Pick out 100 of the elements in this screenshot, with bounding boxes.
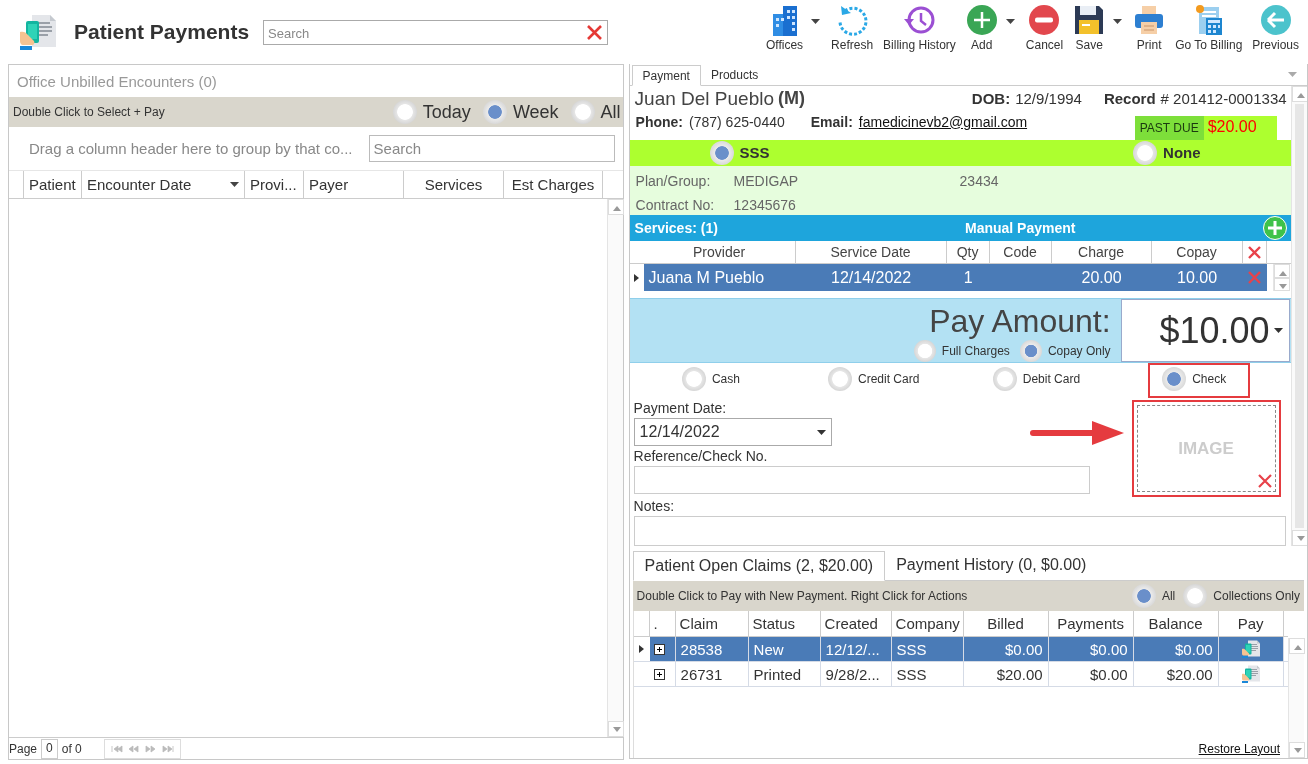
delete-icon[interactable] (1246, 244, 1262, 260)
radio-button[interactable] (570, 100, 595, 124)
column-header[interactable]: Company (891, 611, 964, 636)
field-label: Payment Date: (633, 400, 728, 418)
phone-value: (787) 625-0440 (689, 113, 785, 130)
table-cell: $0.00 (1090, 665, 1128, 683)
column-header[interactable]: Services (404, 171, 504, 198)
caret-icon[interactable] (1005, 18, 1015, 24)
radio-label: Week (512, 101, 559, 123)
scrollbar[interactable] (1272, 264, 1289, 292)
pay-amount-field[interactable]: $10.00 (1120, 299, 1290, 362)
radio-button[interactable] (681, 367, 706, 391)
toolbar-button[interactable]: Print (1128, 4, 1171, 52)
tab[interactable]: Payment (631, 65, 701, 86)
toolbar-button[interactable]: Billing History (878, 4, 961, 52)
add-icon[interactable] (1262, 216, 1287, 241)
scrollbar[interactable] (1290, 86, 1307, 546)
notes-field[interactable] (633, 516, 1286, 546)
column-header[interactable]: Encounter Date (82, 171, 245, 198)
radio-button[interactable] (709, 140, 734, 165)
table-cell: 28538 (680, 640, 723, 658)
column-header[interactable]: Pay (1218, 611, 1284, 636)
column-header[interactable]: Billed (963, 611, 1049, 636)
tab[interactable]: Patient Open Claims (2, $20.00) (632, 551, 886, 581)
radio-button[interactable] (828, 367, 852, 391)
patient-name: Juan Del Pueblo (634, 87, 774, 110)
column-header[interactable]: Patient (24, 171, 82, 198)
column-header[interactable]: Balance (1133, 611, 1219, 636)
column-header[interactable]: Claim (675, 611, 749, 636)
plan-value: MEDIGAP (733, 173, 800, 190)
page-arrow-icon[interactable] (127, 744, 140, 753)
column-header[interactable]: Service Date (795, 240, 947, 264)
toolbar-button[interactable]: Previous (1247, 4, 1304, 52)
table-row[interactable]: 28538 New 12/12/... SSS $0.00 $0.00 $0.00 (633, 637, 1288, 662)
page-arrow-icon[interactable] (110, 744, 123, 753)
table-cell: SSS (896, 665, 927, 683)
toolbar-button[interactable]: Go To Billing (1170, 4, 1248, 52)
tab[interactable]: Payment History (0, $0.00) (885, 550, 1098, 580)
tab[interactable]: Products (700, 64, 769, 85)
dob-label: DOB: (971, 90, 1011, 108)
payment-icon[interactable] (1240, 639, 1261, 659)
column-header[interactable]: Created (820, 611, 892, 636)
radio-button[interactable] (992, 367, 1017, 391)
radio-label: All (600, 101, 621, 123)
column-header[interactable]: Status (748, 611, 821, 636)
scrollbar[interactable] (606, 199, 623, 737)
column-header[interactable]: . (649, 611, 676, 636)
toolbar-button[interactable]: Refresh (826, 4, 879, 52)
column-header[interactable]: Payer (304, 171, 404, 198)
radio-button[interactable] (1131, 584, 1156, 608)
toolbar-button[interactable]: Offices (760, 4, 809, 52)
email-link[interactable]: famedicinevb2@gmail.com (858, 113, 1028, 130)
radio-button[interactable] (1133, 140, 1158, 165)
column-header[interactable]: Provider (643, 240, 796, 264)
column-header[interactable]: Code (989, 240, 1052, 264)
payment-icon[interactable] (1240, 664, 1261, 684)
radio-button[interactable] (1183, 584, 1208, 608)
toolbar-button[interactable]: Add (960, 4, 1003, 52)
radio-button[interactable] (1019, 340, 1042, 362)
radio-button[interactable] (1162, 367, 1187, 391)
close-icon[interactable] (586, 23, 604, 41)
column-header[interactable]: Provi... (245, 171, 304, 198)
column-header[interactable]: Copay (1151, 240, 1243, 264)
delete-icon[interactable] (1256, 473, 1273, 489)
radio-button[interactable] (913, 340, 936, 362)
date-field[interactable]: 12/14/2022 (633, 418, 832, 446)
input-field[interactable] (633, 466, 1090, 494)
search-field[interactable]: Search (368, 135, 615, 162)
contract-value: 12345676 (733, 197, 797, 214)
table-row[interactable]: 26731 Printed 9/28/2... SSS $20.00 $0.00 $20.00 (633, 662, 1288, 687)
table-cell: $20.00 (1166, 665, 1213, 683)
caret-icon[interactable] (811, 18, 821, 24)
pager-navigation[interactable] (103, 738, 181, 759)
caret-icon[interactable] (1273, 328, 1283, 333)
column-header[interactable]: Est Charges (504, 171, 603, 198)
page-arrow-icon[interactable] (161, 744, 174, 753)
restore-layout-link[interactable]: Restore Layout (1198, 742, 1280, 756)
table-row[interactable]: Juana M Pueblo 12/14/2022 1 20.00 10.00 (629, 264, 1267, 292)
page-number-field[interactable]: 0 (41, 738, 58, 759)
caret-icon[interactable] (1113, 18, 1123, 24)
column-header[interactable]: Charge (1051, 240, 1152, 264)
page-count: of 0 (61, 741, 82, 756)
caret-icon[interactable] (230, 182, 239, 187)
page-arrow-icon[interactable] (144, 744, 157, 753)
row-indicator-icon (634, 273, 640, 282)
search-field[interactable]: Search (263, 19, 609, 45)
expand-icon[interactable] (653, 643, 665, 655)
table-cell: $0.00 (1175, 640, 1213, 658)
column-header[interactable]: Payments (1048, 611, 1134, 636)
radio-button[interactable] (482, 100, 507, 124)
toolbar-button[interactable]: Cancel (1020, 4, 1069, 52)
toolbar-button[interactable]: Save (1068, 4, 1111, 52)
column-header[interactable]: Qty (946, 240, 990, 264)
scrollbar[interactable] (1288, 638, 1304, 758)
table-cell: 1 (963, 268, 973, 287)
caret-icon[interactable] (816, 429, 826, 435)
dob-value: 12/9/1994 (1015, 90, 1082, 108)
expand-icon[interactable] (653, 668, 665, 680)
radio-button[interactable] (392, 100, 417, 124)
table-cell: 26731 (680, 665, 723, 683)
